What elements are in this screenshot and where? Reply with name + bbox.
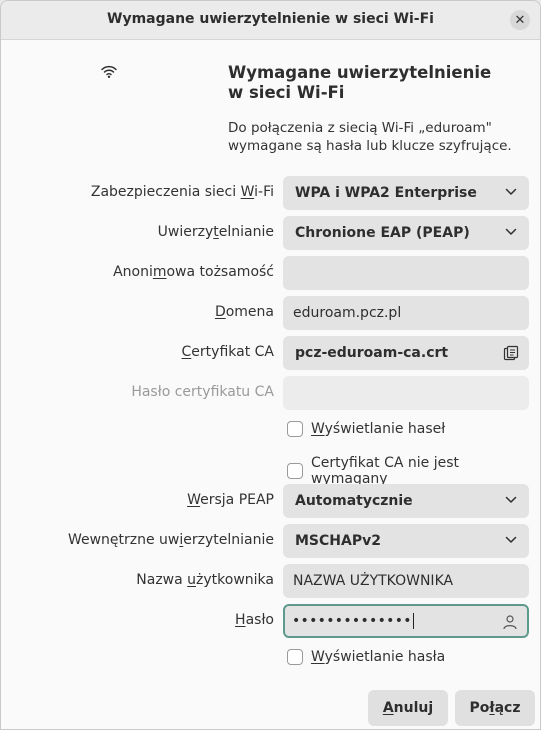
show-passwords-checkbox[interactable]: Wyświetlanie haseł	[287, 421, 445, 437]
inner-auth-label: Wewnętrzne uwierzytelnianie	[67, 532, 274, 548]
checkbox-box[interactable]	[287, 421, 303, 437]
close-icon: ✕	[514, 12, 526, 28]
close-button[interactable]: ✕	[510, 10, 530, 30]
chevron-down-icon	[505, 536, 517, 543]
description-line-1: Do połączenia z siecią Wi-Fi „eduroam"	[228, 120, 492, 136]
security-value: WPA i WPA2 Enterprise	[295, 185, 477, 201]
chevron-down-icon	[505, 228, 517, 235]
user-icon[interactable]	[502, 614, 518, 630]
wifi-auth-dialog: Wymagane uwierzytelnienie w sieci Wi-Fi …	[0, 0, 541, 730]
cancel-button-label: Anuluj	[382, 700, 434, 716]
inner-auth-combo[interactable]: MSCHAPv2	[283, 524, 529, 558]
connect-button[interactable]: Połącz	[455, 690, 535, 726]
chevron-down-icon	[505, 496, 517, 503]
heading-line-2: w sieci Wi-Fi	[228, 83, 345, 102]
no-ca-required-checkbox[interactable]: Certyfikat CA nie jest wymagany	[287, 455, 540, 487]
show-password-checkbox[interactable]: Wyświetlanie hasła	[287, 649, 445, 665]
password-label: Hasło	[235, 612, 274, 628]
checkbox-box[interactable]	[287, 463, 303, 479]
dialog-description: Do połączenia z siecią Wi-Fi „eduroam" w…	[228, 119, 528, 155]
ca-cert-password-input	[283, 376, 529, 410]
inner-auth-value: MSCHAPv2	[295, 533, 381, 549]
ca-cert-password-label: Hasło certyfikatu CA	[131, 384, 274, 400]
no-ca-required-label: Certyfikat CA nie jest wymagany	[311, 455, 460, 487]
domain-value: eduroam.pcz.pl	[293, 305, 402, 321]
anon-identity-input[interactable]	[283, 256, 529, 290]
file-chooser-icon	[503, 345, 519, 361]
security-combo[interactable]: WPA i WPA2 Enterprise	[283, 176, 529, 210]
username-value: NAZWA UŻYTKOWNIKA	[293, 573, 454, 589]
ca-cert-label: Certyfikat CA	[181, 344, 274, 360]
peap-version-label: Wersja PEAP	[187, 492, 274, 508]
password-input[interactable]: ••••••••••••••	[283, 604, 529, 638]
connect-button-label: Połącz	[469, 700, 521, 716]
peap-version-combo[interactable]: Automatycznie	[283, 484, 529, 518]
domain-input[interactable]: eduroam.pcz.pl	[283, 296, 529, 330]
auth-label: Uwierzytelnianie	[157, 224, 274, 240]
domain-label: Domena	[214, 304, 274, 320]
window-title: Wymagane uwierzytelnienie w sieci Wi-Fi	[107, 11, 434, 27]
password-value: ••••••••••••••	[292, 613, 412, 629]
security-label: Zabezpieczenia sieci Wi-Fi	[90, 184, 274, 200]
description-line-2: wymagane są hasła lub klucze szyfrujące.	[228, 138, 512, 154]
username-input[interactable]: NAZWA UŻYTKOWNIKA	[283, 564, 529, 598]
ca-cert-file-button[interactable]: pcz-eduroam-ca.crt	[283, 336, 529, 370]
username-label: Nazwa użytkownika	[136, 572, 274, 588]
dialog-heading: Wymagane uwierzytelnienie w sieci Wi-Fi	[228, 63, 508, 103]
ca-cert-value: pcz-eduroam-ca.crt	[295, 345, 449, 361]
wifi-icon	[100, 63, 118, 83]
titlebar: Wymagane uwierzytelnienie w sieci Wi-Fi …	[1, 1, 540, 40]
cancel-button[interactable]: Anuluj	[368, 690, 448, 726]
heading-line-1: Wymagane uwierzytelnienie	[228, 63, 492, 82]
anon-identity-label: Anonimowa tożsamość	[113, 264, 274, 280]
checkbox-box[interactable]	[287, 649, 303, 665]
show-password-label: Wyświetlanie hasła	[311, 649, 446, 665]
auth-value: Chronione EAP (PEAP)	[295, 225, 470, 241]
peap-version-value: Automatycznie	[295, 493, 413, 509]
show-passwords-label: Wyświetlanie haseł	[311, 421, 446, 437]
text-cursor	[412, 613, 414, 629]
auth-combo[interactable]: Chronione EAP (PEAP)	[283, 216, 529, 250]
chevron-down-icon	[505, 188, 517, 195]
